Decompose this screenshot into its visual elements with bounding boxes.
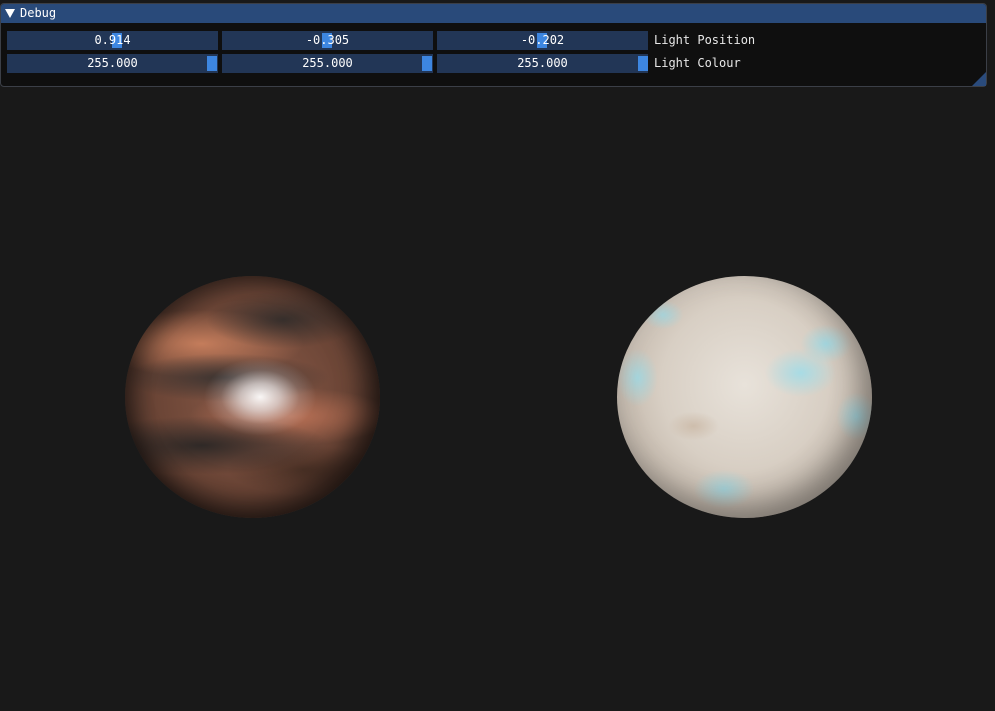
window-title: Debug (20, 6, 57, 20)
light-position-label: Light Position (654, 33, 756, 47)
slider-value: 0.914 (94, 33, 131, 47)
light-colour-label: Light Colour (654, 56, 741, 70)
resize-grip-icon[interactable] (972, 72, 986, 86)
debug-window: Debug 0.914 -0.305 -0.202 Light Position… (0, 3, 987, 87)
slider-value: 255.000 (87, 56, 138, 70)
render-viewport[interactable]: Debug 0.914 -0.305 -0.202 Light Position… (0, 0, 995, 711)
slider-value: -0.305 (305, 33, 350, 47)
window-title-bar[interactable]: Debug (1, 4, 986, 23)
slider-grab[interactable] (638, 56, 648, 71)
rusty-metal-sphere (125, 276, 380, 518)
light-position-x-slider[interactable]: 0.914 (7, 31, 218, 50)
slider-value: -0.202 (520, 33, 565, 47)
light-colour-g-slider[interactable]: 255.000 (222, 54, 433, 73)
slider-value: 255.000 (302, 56, 353, 70)
collapse-triangle-icon[interactable] (5, 9, 15, 18)
painted-stone-sphere (617, 276, 872, 518)
light-position-y-slider[interactable]: -0.305 (222, 31, 433, 50)
slider-grab[interactable] (422, 56, 432, 71)
light-position-z-slider[interactable]: -0.202 (437, 31, 648, 50)
slider-value: 255.000 (517, 56, 568, 70)
light-colour-r-slider[interactable]: 255.000 (7, 54, 218, 73)
slider-grab[interactable] (207, 56, 217, 71)
light-colour-b-slider[interactable]: 255.000 (437, 54, 648, 73)
